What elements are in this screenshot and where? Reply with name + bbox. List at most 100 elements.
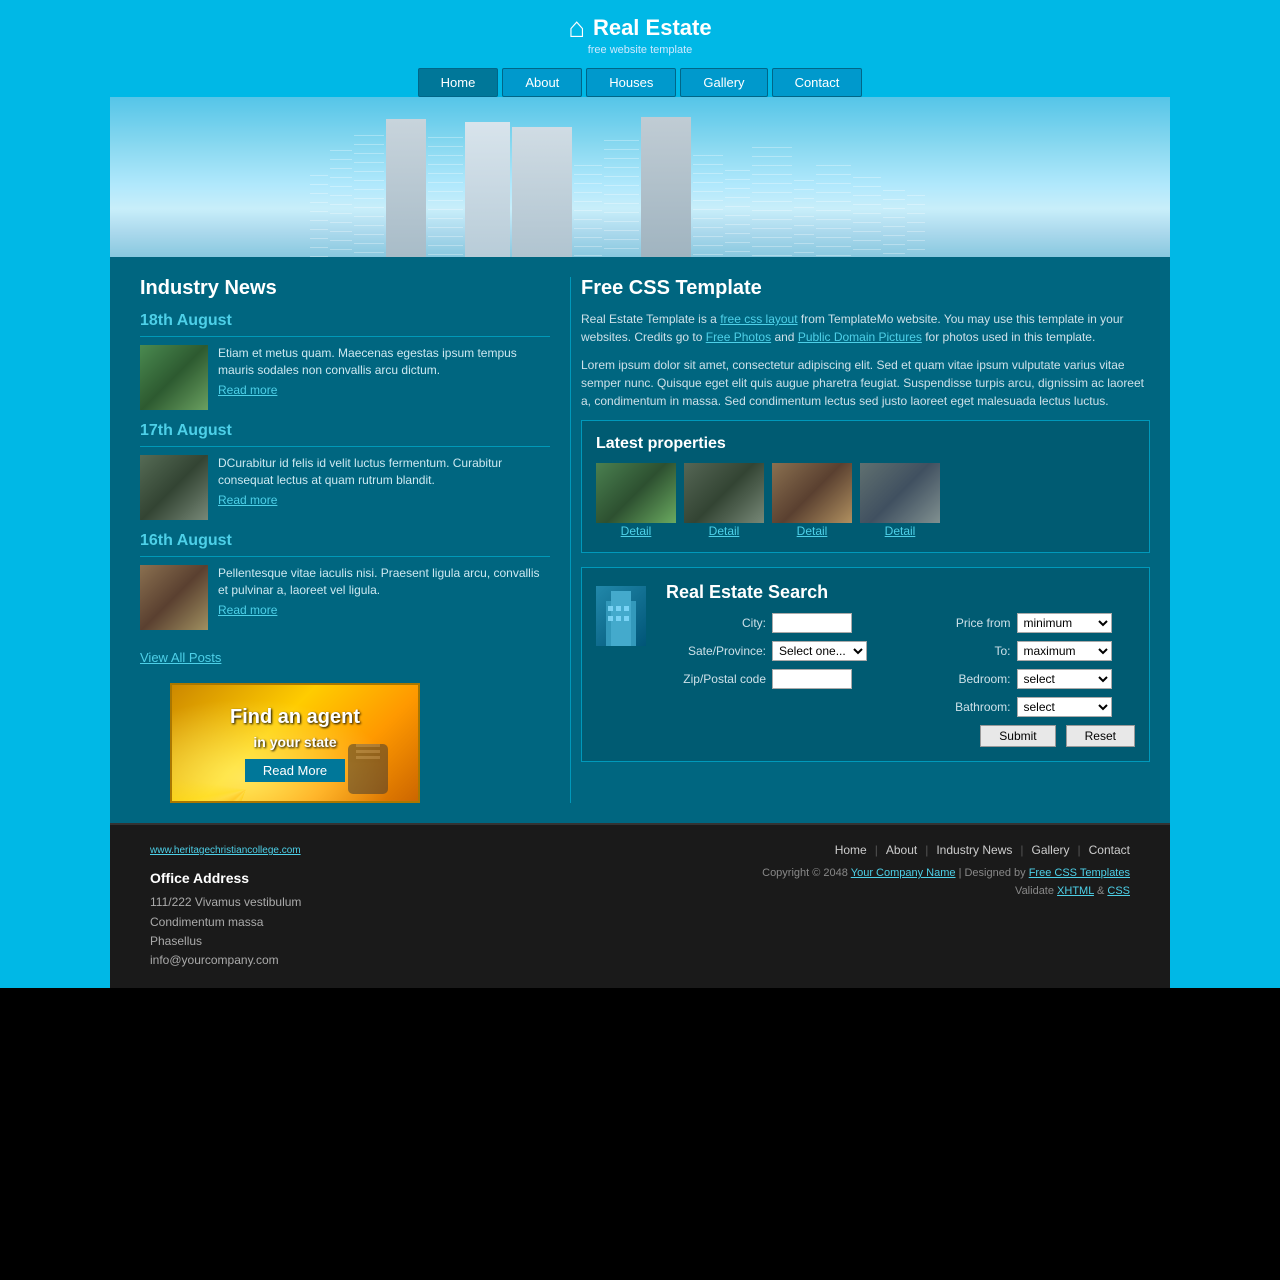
bathroom-select[interactable]: select 1 2 3 bbox=[1017, 697, 1112, 717]
site-logo: ⌂ Real Estate free website template bbox=[568, 0, 711, 60]
search-building-icon bbox=[596, 586, 646, 646]
city-label: City: bbox=[666, 616, 766, 630]
content-area: Industry News 18th August Etiam et metus… bbox=[110, 257, 1170, 823]
bedroom-select[interactable]: select 1 2 3 4 bbox=[1017, 669, 1112, 689]
news-date-1: 18th August bbox=[140, 312, 550, 330]
search-title: Real Estate Search bbox=[666, 582, 1135, 603]
news-image-3 bbox=[140, 565, 208, 630]
news-text-1: Etiam et metus quam. Maecenas egestas ip… bbox=[218, 346, 517, 377]
agent-subtitle: in your state bbox=[253, 734, 336, 750]
footer-nav-home[interactable]: Home bbox=[835, 843, 867, 857]
price-to-select[interactable]: maximum 200,000 300,000 500,000 bbox=[1017, 641, 1112, 661]
property-photo-1 bbox=[596, 463, 676, 523]
footer-nav-gallery[interactable]: Gallery bbox=[1032, 843, 1070, 857]
city-field-row: City: bbox=[666, 613, 891, 633]
footer: www.heritagechristiancollege.com Office … bbox=[110, 823, 1170, 988]
news-date-3: 16th August bbox=[140, 532, 550, 550]
agent-banner: Find an agent in your state Read More bbox=[170, 683, 420, 803]
right-fields: Price from minimum 100,000 200,000 300,0… bbox=[911, 613, 1136, 747]
news-date-2: 17th August bbox=[140, 422, 550, 440]
property-detail-1[interactable]: Detail bbox=[621, 524, 652, 538]
property-detail-2[interactable]: Detail bbox=[709, 524, 740, 538]
search-box: Real Estate Search City: Sate/Province: bbox=[581, 567, 1150, 762]
latest-properties-title: Latest properties bbox=[596, 435, 1135, 453]
submit-button[interactable]: Submit bbox=[980, 725, 1055, 747]
read-more-3[interactable]: Read more bbox=[218, 603, 550, 617]
company-name-link[interactable]: Your Company Name bbox=[851, 867, 956, 879]
state-field-row: Sate/Province: Select one... Alabama Ala… bbox=[666, 641, 891, 661]
css-templates-link[interactable]: Free CSS Templates bbox=[1029, 867, 1130, 879]
footer-nav-industry[interactable]: Industry News bbox=[936, 843, 1012, 857]
banner bbox=[110, 97, 1170, 257]
state-select[interactable]: Select one... Alabama Alaska California … bbox=[772, 641, 867, 661]
property-photo-2 bbox=[684, 463, 764, 523]
main-section-title: Free CSS Template bbox=[581, 277, 1150, 300]
main-para-1: Real Estate Template is a free css layou… bbox=[581, 310, 1150, 346]
xhtml-validate-link[interactable]: XHTML bbox=[1057, 885, 1094, 897]
state-label: Sate/Province: bbox=[666, 644, 766, 658]
view-all-posts[interactable]: View All Posts bbox=[140, 650, 221, 665]
left-column: Industry News 18th August Etiam et metus… bbox=[110, 257, 570, 823]
price-from-select[interactable]: minimum 100,000 200,000 300,000 bbox=[1017, 613, 1112, 633]
price-to-label: To: bbox=[911, 644, 1011, 658]
logo-subtitle: free website template bbox=[568, 44, 711, 56]
footer-right: Home | About | Industry News | Gallery |… bbox=[762, 843, 1130, 970]
news-item-1: Etiam et metus quam. Maecenas egestas ip… bbox=[140, 345, 550, 410]
property-photo-4 bbox=[860, 463, 940, 523]
property-photos: Detail Detail Detail Detail bbox=[596, 463, 1135, 538]
news-image-2 bbox=[140, 455, 208, 520]
css-validate-link[interactable]: CSS bbox=[1107, 885, 1130, 897]
main-nav: Home About Houses Gallery Contact bbox=[110, 60, 1170, 97]
free-photos-link[interactable]: Free Photos bbox=[706, 330, 771, 344]
right-column: Free CSS Template Real Estate Template i… bbox=[571, 257, 1170, 823]
zip-field-row: Zip/Postal code bbox=[666, 669, 891, 689]
bedroom-row: Bedroom: select 1 2 3 4 bbox=[911, 669, 1136, 689]
property-detail-4[interactable]: Detail bbox=[885, 524, 916, 538]
bedroom-label: Bedroom: bbox=[911, 672, 1011, 686]
city-illustration bbox=[310, 117, 970, 257]
address-line-4: info@yourcompany.com bbox=[150, 951, 301, 970]
bathroom-row: Bathroom: select 1 2 3 bbox=[911, 697, 1136, 717]
news-text-3: Pellentesque vitae iaculis nisi. Praesen… bbox=[218, 566, 540, 597]
property-detail-3[interactable]: Detail bbox=[797, 524, 828, 538]
bathroom-label: Bathroom: bbox=[911, 700, 1011, 714]
read-more-1[interactable]: Read more bbox=[218, 383, 550, 397]
price-from-label: Price from bbox=[911, 616, 1011, 630]
news-item-2: DCurabitur id felis id velit luctus ferm… bbox=[140, 455, 550, 520]
logo-house-icon: ⌂ bbox=[568, 12, 585, 43]
zip-label: Zip/Postal code bbox=[666, 672, 766, 686]
zip-input[interactable] bbox=[772, 669, 852, 689]
public-domain-link[interactable]: Public Domain Pictures bbox=[798, 330, 922, 344]
footer-nav-about[interactable]: About bbox=[886, 843, 917, 857]
footer-website[interactable]: www.heritagechristiancollege.com bbox=[150, 843, 301, 859]
news-item-3: Pellentesque vitae iaculis nisi. Praesen… bbox=[140, 565, 550, 630]
agent-read-more[interactable]: Read More bbox=[245, 759, 345, 782]
price-to-row: To: maximum 200,000 300,000 500,000 bbox=[911, 641, 1136, 661]
city-input[interactable] bbox=[772, 613, 852, 633]
industry-news-title: Industry News bbox=[140, 277, 550, 300]
nav-home[interactable]: Home bbox=[418, 68, 499, 97]
news-image-1 bbox=[140, 345, 208, 410]
office-title: Office Address bbox=[150, 867, 301, 889]
logo-title: Real Estate bbox=[593, 15, 712, 40]
reset-button[interactable]: Reset bbox=[1066, 725, 1135, 747]
address-line-1: 111/222 Vivamus vestibulum bbox=[150, 893, 301, 912]
nav-gallery[interactable]: Gallery bbox=[680, 68, 767, 97]
property-photo-3 bbox=[772, 463, 852, 523]
read-more-2[interactable]: Read more bbox=[218, 493, 550, 507]
free-css-link[interactable]: free css layout bbox=[720, 312, 797, 326]
left-fields: City: Sate/Province: Select one... Alaba… bbox=[666, 613, 891, 747]
nav-contact[interactable]: Contact bbox=[772, 68, 863, 97]
nav-houses[interactable]: Houses bbox=[586, 68, 676, 97]
news-text-2: DCurabitur id felis id velit luctus ferm… bbox=[218, 456, 502, 487]
address-line-2: Condimentum massa bbox=[150, 913, 301, 932]
price-from-row: Price from minimum 100,000 200,000 300,0… bbox=[911, 613, 1136, 633]
footer-nav: Home | About | Industry News | Gallery |… bbox=[762, 843, 1130, 857]
copyright-text: Copyright © 2048 Your Company Name | Des… bbox=[762, 865, 1130, 900]
main-para-2: Lorem ipsum dolor sit amet, consectetur … bbox=[581, 356, 1150, 410]
news-divider-3 bbox=[140, 556, 550, 557]
footer-nav-contact[interactable]: Contact bbox=[1089, 843, 1130, 857]
footer-left: www.heritagechristiancollege.com Office … bbox=[150, 843, 301, 970]
nav-about[interactable]: About bbox=[502, 68, 582, 97]
search-icon-col bbox=[596, 582, 646, 747]
